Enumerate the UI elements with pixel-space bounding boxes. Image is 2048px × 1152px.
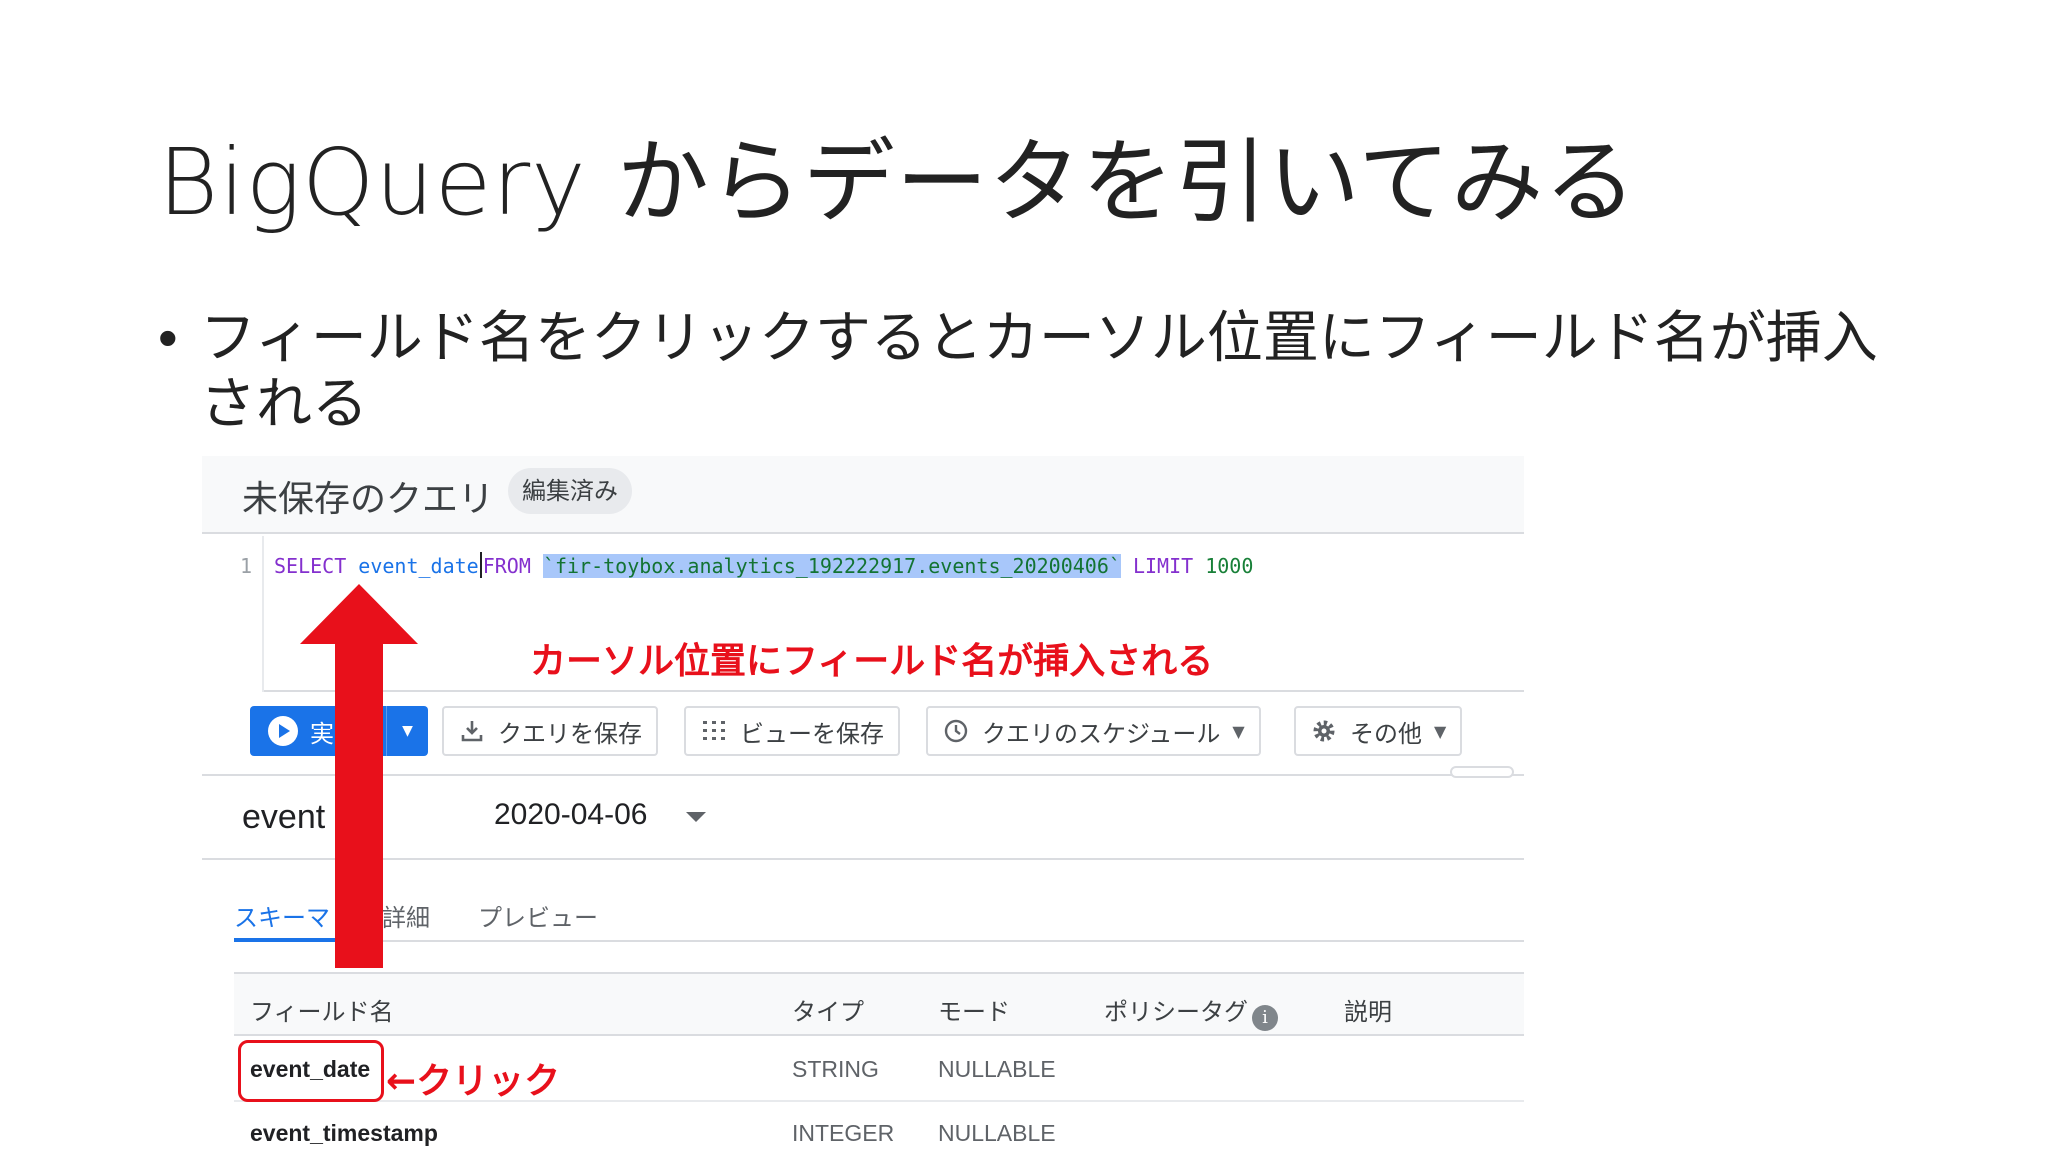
col-policy-tag: ポリシータグ i (1104, 992, 1278, 1031)
field-name-link[interactable]: event_timestamp (250, 1120, 438, 1147)
text-cursor (479, 552, 482, 578)
sql-keyword-select: SELECT (274, 554, 347, 578)
info-icon[interactable]: i (1252, 1005, 1278, 1031)
more-label: その他 (1350, 719, 1422, 748)
bullet-point: • フィールド名をクリックするとカーソル位置にフィールド名が挿入される (158, 306, 1918, 438)
query-title: 未保存のクエリ (242, 479, 495, 520)
sql-limit-value: 1000 (1205, 554, 1254, 578)
chevron-down-icon: ▼ (1434, 721, 1447, 741)
schema-header: フィールド名 タイプ モード ポリシータグ i 説明 (234, 972, 1524, 1036)
field-type: STRING (792, 1056, 879, 1082)
date-selector[interactable]: 2020-04-06 (494, 798, 647, 832)
bullet-text: フィールド名をクリックするとカーソル位置にフィールド名が挿入される (200, 306, 1878, 437)
query-header: 未保存のクエリ 編集済み (202, 456, 1524, 534)
col-mode: モード (938, 998, 1010, 1026)
editor-gutter: 1 (202, 536, 264, 692)
more-button[interactable]: その他 ▼ (1294, 706, 1463, 756)
sql-keyword-from: FROM (482, 554, 531, 578)
field-type: INTEGER (792, 1120, 895, 1146)
sql-keyword-limit: LIMIT (1132, 554, 1194, 578)
sql-field: event_date (358, 554, 479, 578)
save-view-label: ビューを保存 (740, 719, 884, 748)
col-description: 説明 (1344, 998, 1392, 1026)
col-policy-tag-label: ポリシータグ (1104, 998, 1248, 1026)
sql-line[interactable]: SELECT event_date FROM `fir-toybox.analyt… (274, 552, 1253, 578)
play-icon (268, 716, 298, 746)
col-type: タイプ (792, 998, 864, 1026)
dropdown-caret-icon[interactable] (686, 812, 706, 822)
col-field-name: フィールド名 (250, 998, 394, 1026)
table-tabs: スキーマ 詳細 プレビュー (234, 892, 1524, 942)
table-row: event_timestamp INTEGER NULLABLE (234, 1102, 1524, 1152)
download-icon (458, 718, 486, 744)
line-number: 1 (240, 554, 253, 578)
gear-icon (1310, 718, 1338, 744)
save-query-button[interactable]: クエリを保存 (442, 706, 658, 756)
edited-badge: 編集済み (508, 468, 632, 514)
tab-preview[interactable]: プレビュー (478, 898, 598, 933)
slide-title: BigQuery からデータを引いてみる (158, 129, 1638, 236)
schedule-query-button[interactable]: クエリのスケジュール ▼ (926, 706, 1261, 756)
chevron-down-icon: ▼ (1232, 721, 1245, 741)
insert-annotation: カーソル位置にフィールド名が挿入される (530, 641, 1214, 682)
schedule-query-label: クエリのスケジュール (982, 719, 1221, 748)
click-highlight-box (238, 1040, 384, 1102)
field-mode: NULLABLE (938, 1056, 1056, 1082)
up-arrow-icon (300, 584, 418, 968)
sql-table-selected: `fir-toybox.analytics_192222917.events_2… (542, 554, 1121, 578)
field-mode: NULLABLE (938, 1120, 1056, 1146)
bullet-dot: • (158, 306, 178, 371)
grid-icon (700, 718, 728, 744)
clock-icon (942, 718, 970, 744)
save-view-button[interactable]: ビューを保存 (684, 706, 900, 756)
click-annotation: ←クリック (386, 1061, 561, 1102)
save-query-label: クエリを保存 (498, 719, 642, 748)
